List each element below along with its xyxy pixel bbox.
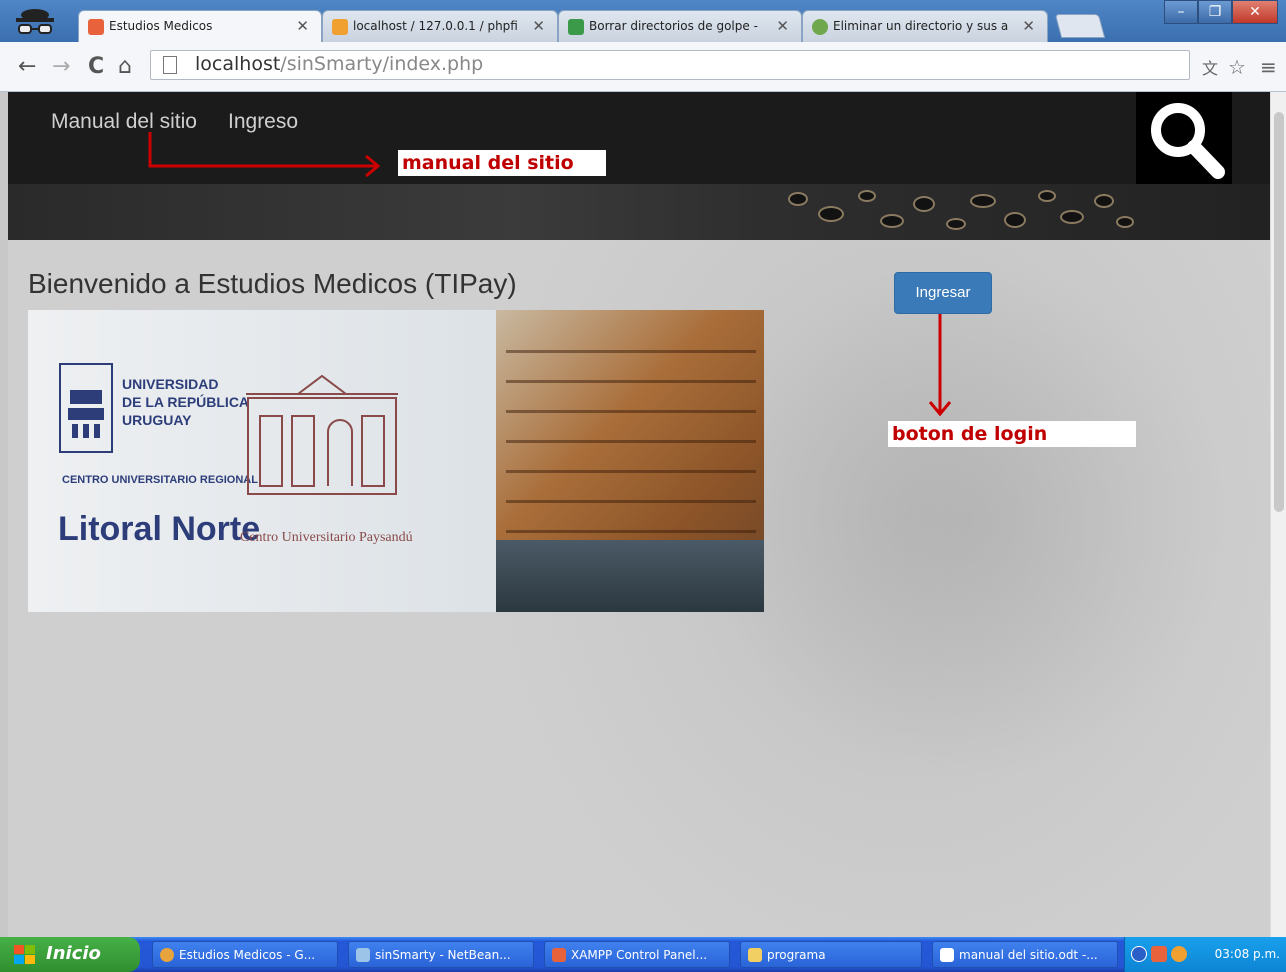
xampp-favicon-icon [88, 19, 104, 35]
annotation-login-label: boton de login [888, 421, 1136, 447]
browser-tab-strip: Estudios Medicos ✕ localhost / 127.0.0.1… [0, 0, 1286, 42]
tray-app-icon[interactable] [1171, 946, 1187, 962]
netbeans-icon [356, 948, 370, 962]
phpmyadmin-favicon-icon [332, 19, 348, 35]
forward-arrow-icon[interactable]: → [52, 54, 70, 79]
tab-title: Estudios Medicos [109, 19, 213, 33]
page-scrollbar[interactable] [1270, 92, 1286, 937]
taskbar-item-netbeans[interactable]: sinSmarty - NetBean... [348, 941, 534, 968]
tab-phpmyadmin[interactable]: localhost / 127.0.0.1 / phpfi ✕ [322, 10, 558, 42]
clock: 03:08 p.m. [1214, 947, 1280, 961]
site-favicon-icon [812, 19, 828, 35]
menu-icon[interactable]: ≡ [1260, 55, 1277, 79]
annotation-manual-label: manual del sitio [398, 150, 606, 176]
tray-expand-icon[interactable] [1131, 946, 1147, 962]
folder-icon [748, 948, 762, 962]
chrome-icon [160, 948, 174, 962]
tab-title: localhost / 127.0.0.1 / phpfi [353, 19, 518, 33]
start-button[interactable]: Inicio [0, 937, 140, 972]
home-icon[interactable]: ⌂ [118, 54, 132, 79]
tab-close-icon[interactable]: ✕ [532, 17, 545, 35]
tab-eliminar-directorio[interactable]: Eliminar un directorio y sus a ✕ [802, 10, 1048, 42]
taskbar-item-label: sinSmarty - NetBean... [375, 948, 511, 962]
incognito-icon [16, 9, 54, 34]
address-bar[interactable]: localhost/sinSmarty/index.php [150, 50, 1190, 80]
minimize-icon[interactable]: – [1164, 0, 1198, 24]
tab-close-icon[interactable]: ✕ [296, 17, 309, 35]
taskbar-item-label: Estudios Medicos - G... [179, 948, 316, 962]
scrollbar-thumb[interactable] [1274, 112, 1284, 512]
system-tray: 03:08 p.m. [1124, 937, 1286, 972]
star-icon[interactable]: ☆ [1228, 55, 1246, 79]
window-controls: – ❐ ✕ [1164, 0, 1278, 24]
taskbar-item-label: programa [767, 948, 826, 962]
translate-icon[interactable]: 文 [1202, 55, 1218, 79]
tab-close-icon[interactable]: ✕ [1022, 17, 1035, 35]
start-label: Inicio [46, 943, 101, 964]
taskbar-item-label: manual del sitio.odt -... [959, 948, 1098, 962]
browser-toolbar: ← → C ⌂ localhost/sinSmarty/index.php 文 … [0, 42, 1286, 92]
xampp-icon [552, 948, 566, 962]
windows-taskbar: Inicio Estudios Medicos - G... sinSmarty… [0, 937, 1286, 972]
taskbar-item-writer[interactable]: manual del sitio.odt -... [932, 941, 1118, 968]
xampp-tray-icon[interactable] [1151, 946, 1167, 962]
taskbar-item-xampp[interactable]: XAMPP Control Panel... [544, 941, 730, 968]
new-tab-button[interactable] [1054, 14, 1106, 38]
page-viewport: Manual del sitio Ingreso Bienvenido a Es… [8, 92, 1270, 937]
tab-title: Borrar directorios de golpe - [589, 19, 758, 33]
url-path: /sinSmarty/index.php [280, 53, 484, 75]
close-window-icon[interactable]: ✕ [1232, 0, 1278, 24]
annotation-arrows [148, 132, 952, 417]
reload-icon[interactable]: C [88, 54, 104, 79]
maximize-icon[interactable]: ❐ [1198, 0, 1232, 24]
windows-flag-icon [14, 945, 35, 964]
document-icon [940, 948, 954, 962]
url-host: localhost [195, 53, 281, 75]
tab-close-icon[interactable]: ✕ [776, 17, 789, 35]
taskbar-item-chrome[interactable]: Estudios Medicos - G... [152, 941, 338, 968]
back-arrow-icon[interactable]: ← [18, 54, 36, 79]
site-favicon-icon [568, 19, 584, 35]
tab-estudios-medicos[interactable]: Estudios Medicos ✕ [78, 10, 322, 42]
page-icon [163, 56, 177, 74]
taskbar-item-folder[interactable]: programa [740, 941, 922, 968]
taskbar-item-label: XAMPP Control Panel... [571, 948, 708, 962]
tab-borrar-directorios[interactable]: Borrar directorios de golpe - ✕ [558, 10, 802, 42]
tab-title: Eliminar un directorio y sus a [833, 19, 1009, 33]
